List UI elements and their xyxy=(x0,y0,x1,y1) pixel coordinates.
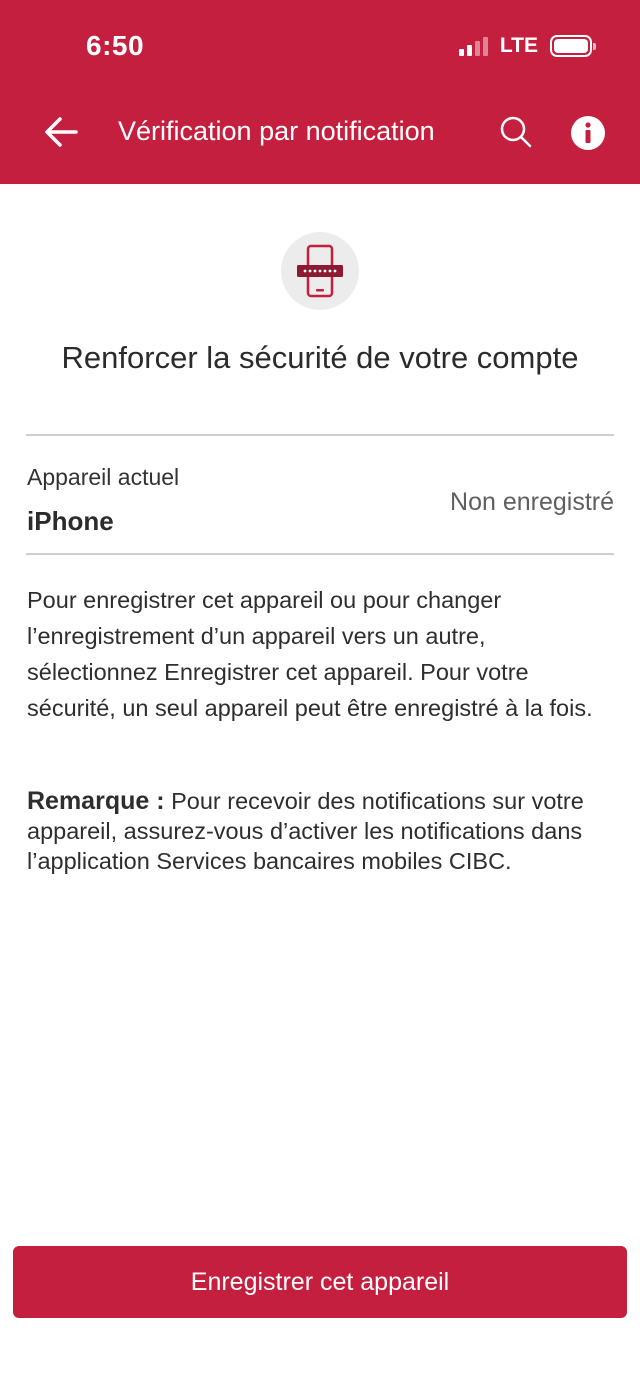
signal-icon xyxy=(458,36,488,56)
battery-icon xyxy=(550,35,596,57)
note-label: Remarque : xyxy=(27,787,165,815)
register-device-button[interactable]: Enregistrer cet appareil xyxy=(13,1246,627,1318)
status-time: 6:50 xyxy=(86,30,145,61)
device-label: Appareil actuel xyxy=(27,464,180,490)
nav-bar: Vérification par notification xyxy=(0,104,640,160)
app-header: 6:50 LTE Vérification par notification xyxy=(0,0,640,184)
status-indicators: LTE xyxy=(458,34,596,58)
info-icon[interactable] xyxy=(570,115,606,151)
page-title: Vérification par notification xyxy=(118,116,435,146)
divider xyxy=(26,553,614,555)
network-label: LTE xyxy=(499,34,538,57)
divider xyxy=(26,434,614,436)
headline: Renforcer la sécurité de votre compte xyxy=(61,340,579,375)
phone-password-icon xyxy=(281,232,359,310)
device-name: iPhone xyxy=(27,506,114,536)
search-icon[interactable] xyxy=(496,112,536,152)
description-text: Pour enregistrer cet appareil ou pour ch… xyxy=(27,587,593,721)
note-text: Remarque : Pour recevoir des notificatio… xyxy=(27,786,617,876)
device-status: Non enregistré xyxy=(450,488,614,516)
back-arrow-icon[interactable] xyxy=(40,112,84,152)
